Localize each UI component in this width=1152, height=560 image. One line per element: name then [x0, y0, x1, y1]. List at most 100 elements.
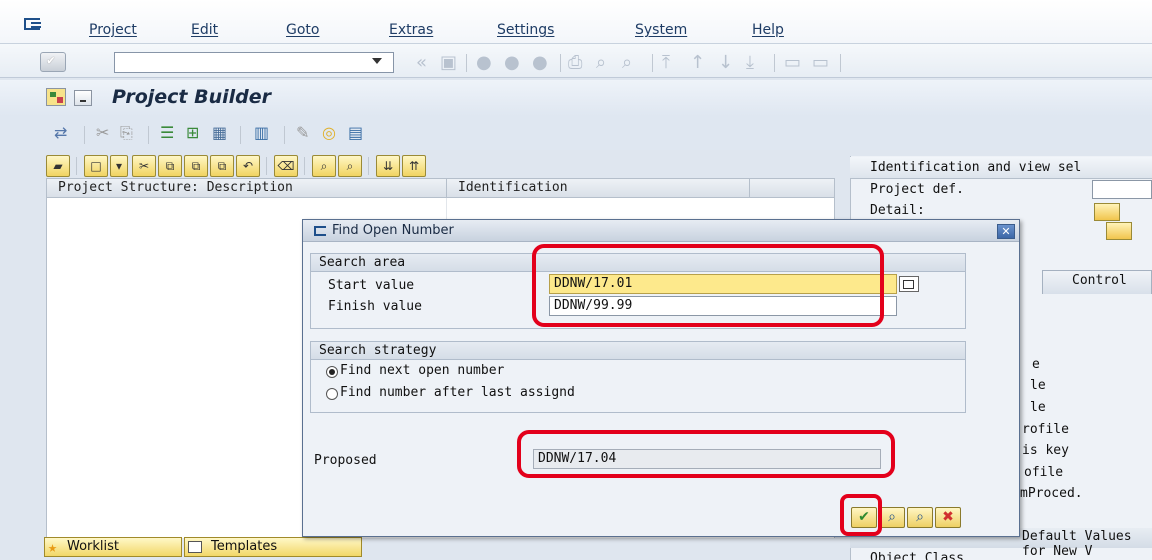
- default-values-label: Default Values for New V: [1022, 529, 1132, 559]
- column-identification[interactable]: Identification: [458, 180, 568, 195]
- first-page-icon[interactable]: ⤒: [662, 52, 670, 73]
- close-icon[interactable]: ✕: [997, 224, 1015, 239]
- cancel-button[interactable]: ✖: [935, 507, 961, 528]
- toolbar-separator: [774, 54, 775, 72]
- paste-button[interactable]: ⧉: [184, 155, 208, 177]
- project-def-input[interactable]: [1092, 180, 1152, 199]
- structure-icon[interactable]: ▦: [212, 123, 227, 142]
- toolbar-separator: [560, 54, 561, 72]
- start-value-label: Start value: [328, 278, 415, 293]
- change-display-icon[interactable]: ⇄: [54, 123, 67, 142]
- toolbar-separator: [840, 54, 841, 72]
- column-description[interactable]: Project Structure: Description: [58, 180, 293, 195]
- grid-icon[interactable]: ▥: [254, 123, 269, 142]
- toolbar-separator: [240, 126, 241, 144]
- title-menu-dropdown-icon[interactable]: [74, 90, 92, 106]
- back-icon[interactable]: «: [416, 52, 427, 73]
- templates-tab[interactable]: Templates: [184, 537, 362, 557]
- paste-icon[interactable]: ⎘: [120, 123, 133, 143]
- print-icon[interactable]: ⎙: [568, 52, 582, 73]
- right-partial-label: ofile: [1024, 465, 1064, 480]
- cut-icon[interactable]: ✂: [96, 123, 109, 142]
- menu-project[interactable]: Project: [89, 22, 137, 38]
- menu-goto[interactable]: Goto: [286, 22, 319, 38]
- find-icon[interactable]: ⌕: [596, 52, 606, 73]
- delete-button[interactable]: ⌫: [274, 155, 298, 177]
- menu-extras[interactable]: Extras: [389, 22, 433, 38]
- cut-button[interactable]: ✂: [132, 155, 156, 177]
- copy-button[interactable]: ⧉: [158, 155, 182, 177]
- duplicate-button[interactable]: ⧉: [210, 155, 234, 177]
- shortcut-icon[interactable]: ▭: [812, 52, 829, 73]
- menu-bar: [0, 0, 1152, 44]
- command-field[interactable]: [114, 52, 394, 73]
- previous-page-icon[interactable]: ↑: [690, 52, 705, 73]
- toolbar-separator: [368, 157, 369, 175]
- detail-label: Detail:: [870, 203, 925, 218]
- detail-up-button[interactable]: [1106, 222, 1132, 240]
- column-divider[interactable]: [446, 179, 447, 198]
- new-session-icon[interactable]: ▭: [784, 52, 801, 73]
- open-folder-button[interactable]: ▰: [46, 155, 70, 177]
- menu-help[interactable]: Help: [752, 22, 784, 38]
- project-def-label: Project def.: [870, 182, 964, 197]
- menu-system[interactable]: System: [635, 22, 687, 38]
- enter-button[interactable]: [40, 52, 66, 72]
- toolbar-separator: [652, 54, 653, 72]
- create-button[interactable]: □: [84, 155, 108, 177]
- next-page-icon[interactable]: ↓: [718, 52, 733, 73]
- hierarchy-icon[interactable]: ☰: [160, 123, 174, 142]
- star-icon: ★: [48, 538, 58, 556]
- page-title: Project Builder: [112, 86, 272, 108]
- network-icon[interactable]: ⊞: [186, 123, 199, 142]
- exit-icon[interactable]: ●: [504, 52, 520, 73]
- find-next-button[interactable]: ⌕: [338, 155, 362, 177]
- search-help-icon[interactable]: [899, 276, 919, 292]
- settings-icon[interactable]: ◎: [322, 123, 336, 142]
- proposed-label: Proposed: [314, 453, 377, 468]
- highlight-search-area: [532, 244, 884, 327]
- save-icon[interactable]: ▣: [440, 52, 457, 73]
- undo-button[interactable]: ↶: [236, 155, 260, 177]
- cancel-icon[interactable]: ●: [532, 52, 548, 73]
- menu-settings[interactable]: Settings: [497, 22, 554, 38]
- column-divider[interactable]: [749, 179, 750, 198]
- detail-down-button[interactable]: [1094, 203, 1120, 221]
- find-button[interactable]: ⌕: [312, 155, 336, 177]
- radio-find-after-last[interactable]: [326, 388, 338, 400]
- radio-find-next-open[interactable]: [326, 366, 338, 378]
- last-page-icon[interactable]: ⤓: [746, 52, 754, 73]
- command-dropdown-icon[interactable]: [372, 58, 382, 64]
- collapse-button[interactable]: ⇈: [402, 155, 426, 177]
- right-partial-label: e: [1032, 357, 1040, 372]
- table-icon[interactable]: ▤: [348, 123, 363, 142]
- find-next-button[interactable]: ⌕: [907, 507, 933, 528]
- control-tab-label: Control: [1072, 273, 1127, 288]
- right-partial-label: le: [1030, 400, 1046, 415]
- expand-button[interactable]: ⇊: [376, 155, 400, 177]
- create-dropdown-button[interactable]: ▾: [110, 155, 128, 177]
- toolbar-separator: [466, 54, 467, 72]
- menu-edit[interactable]: Edit: [191, 22, 218, 38]
- option-find-next-open-label[interactable]: Find next open number: [340, 363, 504, 378]
- templates-tab-label: Templates: [211, 539, 278, 554]
- toolbar-separator: [76, 157, 77, 175]
- right-partial-label: mProced.: [1020, 486, 1083, 501]
- system-menu-icon[interactable]: [24, 18, 41, 30]
- search-strategy-title: Search strategy: [311, 342, 965, 360]
- toolbar-separator: [284, 126, 285, 144]
- toolbar-separator: [266, 157, 267, 175]
- find-button[interactable]: ⌕: [879, 507, 905, 528]
- worklist-tab[interactable]: Worklist: [44, 537, 182, 557]
- templates-icon: [188, 541, 202, 553]
- right-partial-label: is key: [1022, 443, 1069, 458]
- identification-header-label: Identification and view sel: [870, 160, 1082, 175]
- object-class-label: Object Class: [870, 551, 964, 560]
- edit-icon[interactable]: ✎: [296, 123, 309, 142]
- back-nav-icon[interactable]: ●: [476, 52, 492, 73]
- dialog-menu-icon[interactable]: [314, 226, 326, 236]
- find-next-icon[interactable]: ⌕: [622, 52, 632, 73]
- option-find-after-last-label[interactable]: Find number after last assignd: [340, 385, 575, 400]
- toolbar-separator: [304, 157, 305, 175]
- project-builder-icon[interactable]: [46, 88, 66, 106]
